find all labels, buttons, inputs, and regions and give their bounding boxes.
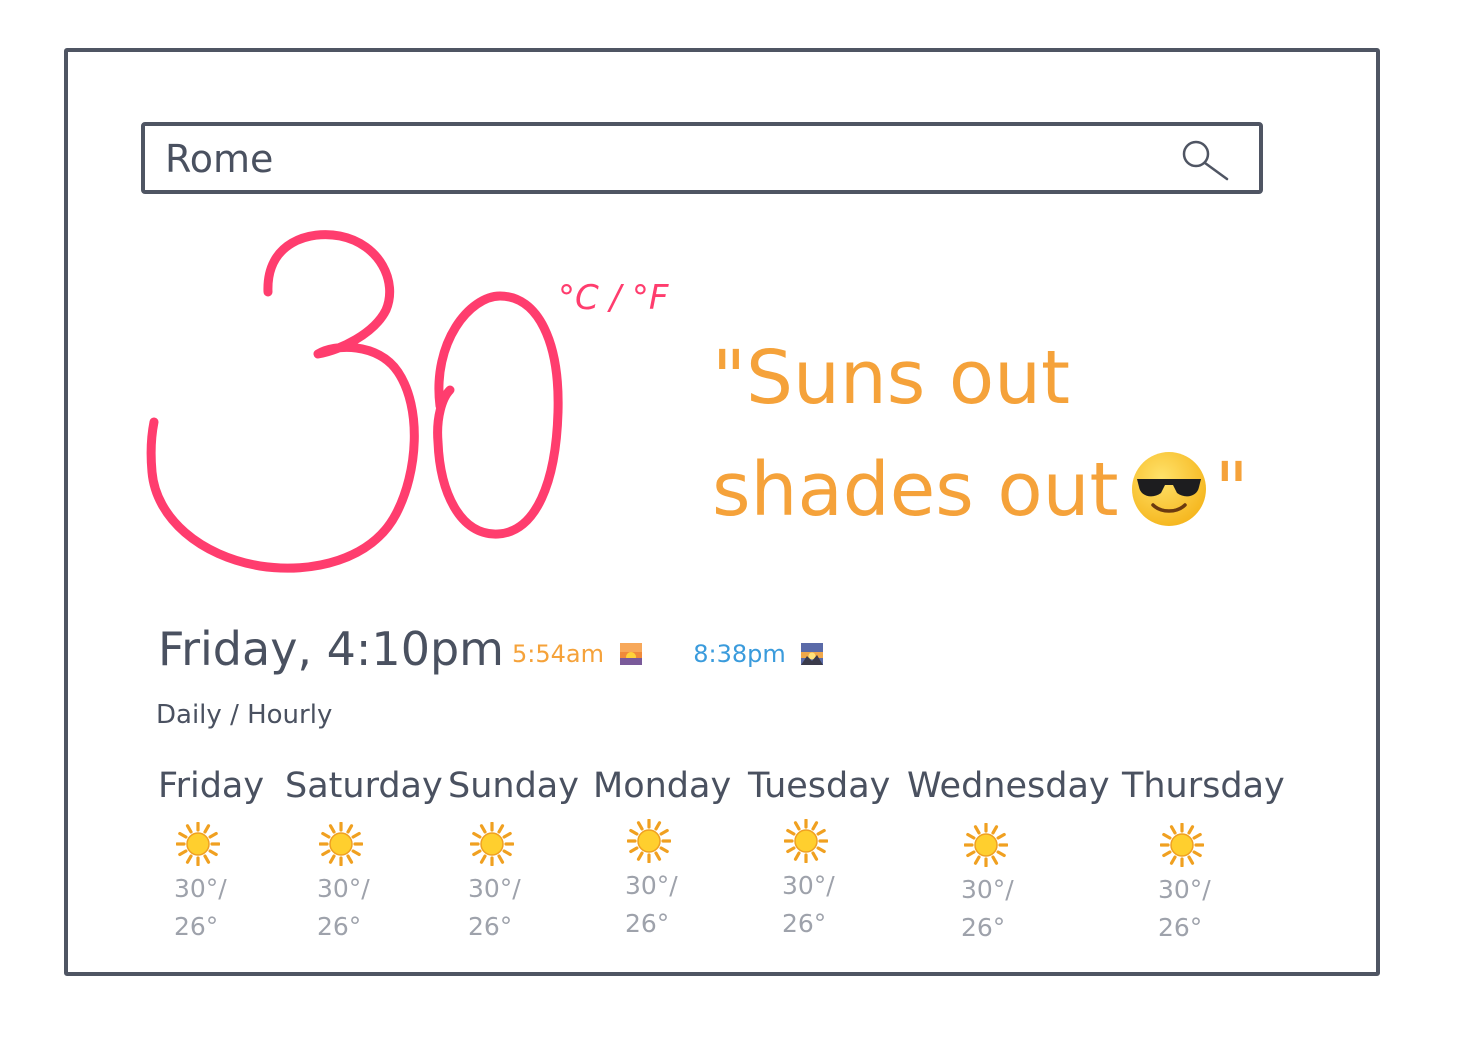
quote-line-1: "Suns out — [712, 335, 1071, 421]
forecast-day-monday[interactable]: Monday — [593, 766, 731, 806]
forecast-day-wednesday[interactable]: Wednesday — [907, 766, 1110, 806]
forecast-low: 26° — [468, 912, 513, 941]
quote-line-2-text: shades out — [712, 447, 1119, 533]
forecast-high: 30°/ — [625, 871, 678, 900]
sun-icon — [1159, 822, 1205, 868]
forecast-high: 30°/ — [782, 871, 835, 900]
forecast-day-name: Tuesday — [748, 766, 891, 806]
forecast-day-name: Monday — [593, 766, 732, 806]
temperature-value-text: 30 — [140, 222, 141, 223]
forecast-low: 26° — [174, 912, 219, 941]
forecast-high: 30°/ — [1158, 875, 1211, 904]
forecast-high: 30°/ — [961, 875, 1014, 904]
forecast-temps: 30°/ 26° — [317, 870, 370, 946]
sun-icon — [626, 818, 672, 864]
sun-times: 5:54am 8:38pm — [512, 640, 824, 668]
forecast-day-friday[interactable]: Friday — [158, 766, 264, 806]
forecast-day-name: Sunday — [448, 766, 579, 806]
current-datetime: Friday, 4:10pm — [158, 622, 504, 676]
weather-quote: "Suns out shades out " — [712, 322, 1352, 560]
forecast-high: 30°/ — [174, 874, 227, 903]
forecast-temps: 30°/ 26° — [1158, 871, 1211, 947]
city-search-input[interactable] — [165, 136, 1145, 182]
sun-icon — [175, 821, 221, 867]
forecast-day-thursday[interactable]: Thursday — [1122, 766, 1285, 806]
forecast-day-name: Friday — [158, 766, 265, 806]
forecast-day-name: Saturday — [285, 766, 443, 806]
forecast-low: 26° — [1158, 913, 1203, 942]
forecast-day-name: Wednesday — [907, 766, 1110, 806]
fahrenheit-toggle[interactable]: °F — [632, 278, 669, 318]
unit-separator: / — [609, 278, 622, 318]
sunglasses-face-icon — [1129, 448, 1209, 560]
sun-icon — [963, 822, 1009, 868]
forecast-temps: 30°/ 26° — [961, 871, 1014, 947]
forecast-day-sunday[interactable]: Sunday — [448, 766, 579, 806]
sunset-icon — [801, 643, 824, 665]
forecast-day-tuesday[interactable]: Tuesday — [748, 766, 890, 806]
forecast-low: 26° — [625, 909, 670, 938]
quote-close-mark: " — [1214, 447, 1249, 533]
unit-toggle: °C / °F — [558, 278, 668, 318]
sun-icon — [469, 821, 515, 867]
sunrise-icon — [619, 643, 642, 665]
forecast-high: 30°/ — [317, 874, 370, 903]
forecast-temps: 30°/ 26° — [468, 870, 521, 946]
sunset-time: 8:38pm — [693, 640, 786, 668]
sunrise-time: 5:54am — [512, 640, 604, 668]
forecast-mode-toggle: Daily / Hourly — [156, 700, 332, 730]
search-button[interactable] — [1177, 138, 1233, 182]
temperature-value-drawing — [146, 230, 563, 573]
current-temperature: 30 — [140, 222, 580, 582]
forecast-temps: 30°/ 26° — [625, 867, 678, 943]
forecast-day-saturday[interactable]: Saturday — [285, 766, 443, 806]
forecast-low: 26° — [317, 912, 362, 941]
search-bar — [141, 122, 1263, 194]
forecast-temps: 30°/ 26° — [174, 870, 227, 946]
forecast-day-name: Thursday — [1122, 766, 1285, 806]
sun-icon — [318, 821, 364, 867]
quote-line-2: shades out " — [712, 434, 1352, 560]
forecast-low: 26° — [961, 913, 1006, 942]
forecast-low: 26° — [782, 909, 827, 938]
sun-icon — [783, 818, 829, 864]
daily-toggle[interactable]: Daily — [156, 700, 222, 730]
forecast-high: 30°/ — [468, 874, 521, 903]
search-icon — [1182, 140, 1229, 181]
forecast-temps: 30°/ 26° — [782, 867, 835, 943]
mode-separator: / — [230, 700, 239, 730]
celsius-toggle[interactable]: °C — [558, 278, 599, 318]
hourly-toggle[interactable]: Hourly — [247, 700, 332, 730]
